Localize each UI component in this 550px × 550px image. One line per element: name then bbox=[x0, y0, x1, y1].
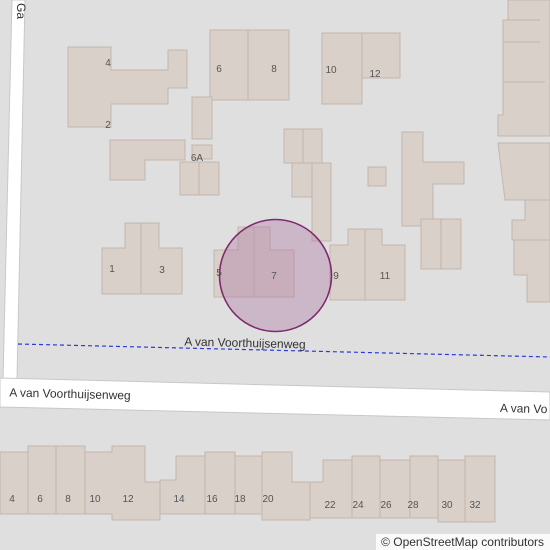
house-number: 9 bbox=[333, 271, 339, 282]
house-number: 18 bbox=[234, 494, 246, 505]
house-number: 16 bbox=[206, 494, 218, 505]
map-canvas[interactable]: Ga A van Voorthuijsenweg A van Voorthuij… bbox=[0, 0, 550, 550]
house-number: 28 bbox=[407, 500, 419, 511]
house-number: 14 bbox=[173, 494, 185, 505]
house-number: 6A bbox=[191, 153, 204, 164]
main-street-label-right: A van Vo bbox=[500, 401, 548, 416]
house-number: 3 bbox=[159, 265, 165, 276]
house-number: 4 bbox=[9, 494, 15, 505]
house-number: 6 bbox=[37, 494, 43, 505]
attribution-link[interactable]: OpenStreetMap contributors bbox=[393, 535, 544, 549]
house-number: 24 bbox=[352, 500, 364, 511]
house-number: 8 bbox=[271, 64, 277, 75]
house-number: 11 bbox=[380, 271, 391, 282]
house-number: 5 bbox=[216, 268, 222, 279]
house-number: 2 bbox=[105, 120, 111, 131]
copyright-symbol: © bbox=[381, 535, 390, 549]
house-number: 10 bbox=[325, 65, 337, 76]
house-number: 22 bbox=[324, 500, 336, 511]
house-number: 7 bbox=[271, 271, 277, 282]
house-number: 4 bbox=[105, 58, 111, 69]
house-number: 12 bbox=[369, 69, 381, 80]
house-number: 12 bbox=[122, 494, 134, 505]
main-street-label-left: A van Voorthuijsenweg bbox=[9, 386, 131, 403]
side-street-label: Ga bbox=[14, 3, 28, 19]
house-number: 20 bbox=[262, 494, 274, 505]
house-number: 6 bbox=[216, 64, 222, 75]
house-number: 30 bbox=[441, 500, 453, 511]
footpath-label: A van Voorthuijsenweg bbox=[184, 335, 306, 352]
house-number: 1 bbox=[109, 264, 115, 275]
map-attribution: © OpenStreetMap contributors bbox=[376, 534, 550, 550]
house-number: 32 bbox=[469, 500, 481, 511]
house-number: 10 bbox=[89, 494, 101, 505]
house-number: 26 bbox=[380, 500, 392, 511]
house-number: 8 bbox=[65, 494, 71, 505]
